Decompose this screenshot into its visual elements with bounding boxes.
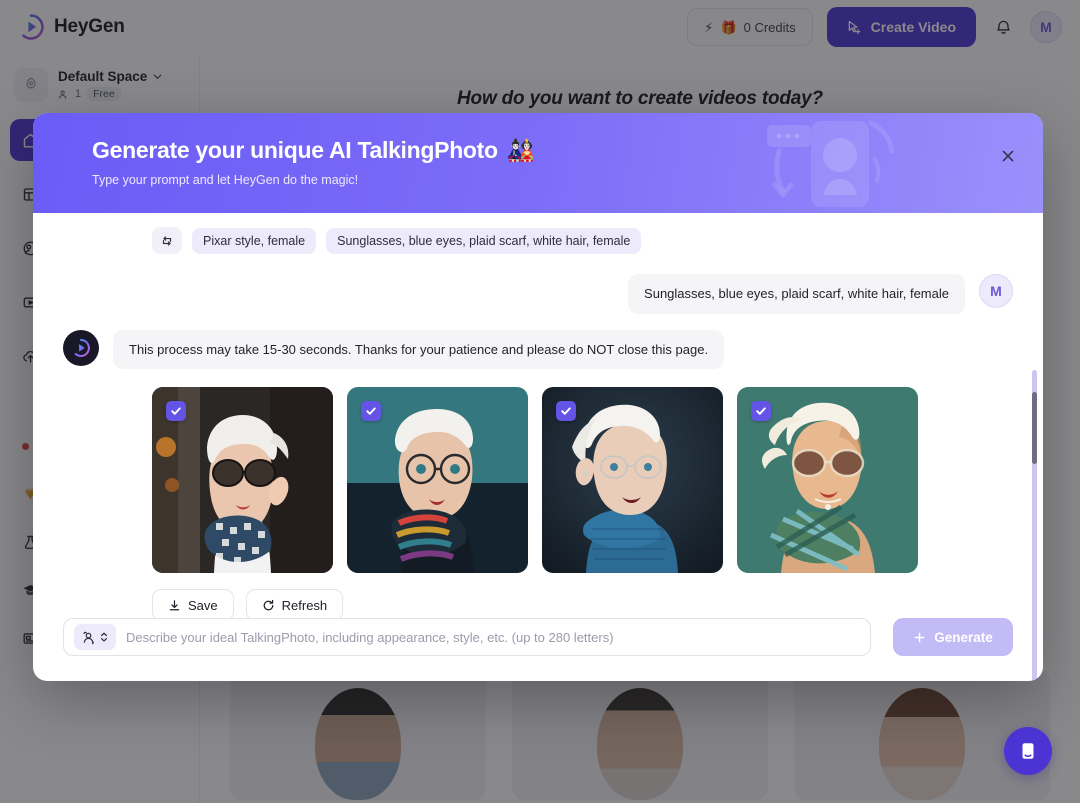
app-root: HeyGen ⚡ 🎁 0 Credits Create Video (0, 0, 1080, 803)
prompt-input-wrap[interactable] (63, 618, 871, 656)
result-actions: Save Refresh (152, 589, 1013, 622)
bot-message-text: This process may take 15-30 seconds. Tha… (113, 329, 725, 370)
talkingphoto-illustration-icon (767, 120, 895, 207)
result-checkbox[interactable] (556, 401, 576, 422)
refresh-label: Refresh (281, 597, 328, 613)
plus-icon (914, 632, 925, 642)
check-icon (171, 407, 181, 415)
result-card[interactable] (152, 387, 333, 574)
modal-title: Generate your unique AI TalkingPhoto (92, 137, 498, 163)
heygen-bot-icon (63, 329, 99, 366)
suggestion-chip[interactable]: Pixar style, female (192, 227, 317, 254)
user-message-text: Sunglasses, blue eyes, plaid scarf, whit… (628, 274, 965, 314)
close-button[interactable] (995, 143, 1021, 169)
save-label: Save (188, 597, 218, 613)
check-icon (366, 407, 376, 415)
chat-message-user: Sunglasses, blue eyes, plaid scarf, whit… (63, 274, 1013, 314)
refresh-button[interactable]: Refresh (245, 589, 344, 622)
talkingphoto-modal: Generate your unique AI TalkingPhoto 🎎 T… (33, 113, 1043, 681)
scrollbar-thumb[interactable] (1032, 392, 1037, 464)
refresh-icon (263, 599, 274, 610)
close-icon (1002, 150, 1014, 162)
title-emoji-icon: 🎎 (506, 137, 536, 163)
result-checkbox[interactable] (751, 401, 771, 422)
suggestion-chips: Pixar style, female Sunglasses, blue eye… (63, 227, 1013, 258)
modal-scrollbar[interactable] (1032, 370, 1037, 681)
modal-header: Generate your unique AI TalkingPhoto 🎎 T… (33, 113, 1043, 213)
chat-support-icon (1022, 743, 1034, 759)
result-card[interactable] (737, 387, 918, 574)
chevron-updown-icon (101, 632, 107, 642)
generate-button[interactable]: Generate (893, 618, 1013, 656)
suggestion-chip[interactable]: Sunglasses, blue eyes, plaid scarf, whit… (326, 227, 642, 254)
download-icon (169, 599, 180, 610)
result-card[interactable] (347, 387, 528, 574)
heygen-bot-glyph-icon (72, 338, 90, 357)
check-icon (561, 407, 571, 415)
check-icon (756, 407, 766, 415)
generate-label: Generate (934, 629, 993, 645)
user-message-avatar: M (979, 274, 1013, 308)
result-checkbox[interactable] (166, 401, 186, 422)
style-picker-button[interactable] (74, 624, 116, 650)
save-button[interactable]: Save (152, 589, 234, 622)
person-style-icon (83, 631, 94, 644)
chat-message-bot: This process may take 15-30 seconds. Tha… (63, 329, 1013, 370)
result-checkbox[interactable] (361, 401, 381, 422)
support-chat-button[interactable] (1004, 727, 1052, 775)
user-avatar-initial: M (990, 283, 1002, 299)
history-swap-icon (162, 235, 172, 246)
prompt-input[interactable] (126, 629, 860, 645)
history-swap-button[interactable] (152, 227, 182, 254)
result-card[interactable] (542, 387, 723, 574)
modal-body: Pixar style, female Sunglasses, blue eye… (33, 213, 1043, 681)
generated-results (152, 387, 1013, 574)
prompt-composer: Generate (63, 618, 1013, 656)
